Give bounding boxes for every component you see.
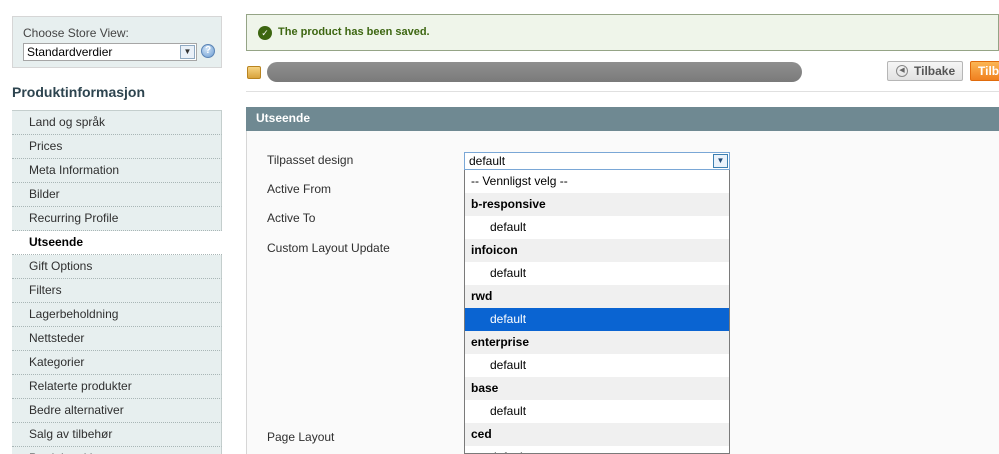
chevron-down-icon[interactable]: ▼ (180, 45, 195, 59)
custom-design-select[interactable]: default ▼ (464, 152, 730, 170)
tab-item[interactable]: Prices (12, 135, 222, 159)
dropdown-option[interactable]: default (465, 400, 729, 423)
page-header: ◀ Tilbake Tilbake (246, 58, 999, 92)
redacted-product-title (267, 62, 802, 82)
page-layout-label: Page Layout (267, 430, 335, 444)
dropdown-optgroup-label: infoicon (465, 239, 729, 262)
tab-item[interactable]: Filters (12, 279, 222, 303)
custom-layout-update-label: Custom Layout Update (267, 241, 390, 255)
dropdown-option[interactable]: default (465, 262, 729, 285)
tab-item[interactable]: Salg av tilbehør (12, 423, 222, 447)
store-switcher: Choose Store View: Standardverdier ▼ ? (12, 16, 222, 68)
success-message: ✓ The product has been saved. (246, 14, 999, 51)
back-button-label: Tilbake (914, 64, 956, 78)
tab-item[interactable]: Bilder (12, 183, 222, 207)
back-arrow-icon: ◀ (896, 65, 908, 77)
back-button[interactable]: ◀ Tilbake (887, 61, 963, 81)
tab-item[interactable]: Recurring Profile (12, 207, 222, 231)
custom-design-value: default (469, 154, 506, 168)
success-message-text: The product has been saved. (278, 26, 430, 38)
tab-item[interactable]: Land og språk (12, 111, 222, 135)
tab-item[interactable]: Nettsteder (12, 327, 222, 351)
store-view-value: Standardverdier (27, 45, 113, 59)
dropdown-optgroup-label: enterprise (465, 331, 729, 354)
tab-item[interactable]: Produktpakker (12, 447, 222, 454)
help-icon[interactable]: ? (201, 44, 215, 58)
section-header: Utseende (246, 107, 999, 131)
chevron-down-icon[interactable]: ▼ (713, 154, 728, 168)
active-to-label: Active To (267, 211, 316, 225)
tab-item[interactable]: Bedre alternativer (12, 399, 222, 423)
dropdown-optgroup-label: ced (465, 423, 729, 446)
tab-item[interactable]: Relaterte produkter (12, 375, 222, 399)
product-tabs: Land og språk Prices Meta Information Bilde… (12, 110, 222, 454)
active-from-label: Active From (267, 182, 332, 196)
package-icon (247, 66, 261, 79)
dropdown-option-placeholder[interactable]: -- Vennligst velg -- (465, 170, 729, 193)
dropdown-optgroup-label: rwd (465, 285, 729, 308)
check-circle-icon: ✓ (258, 26, 272, 40)
dropdown-option[interactable]: default (465, 354, 729, 377)
tab-item[interactable]: Utseende (12, 231, 222, 255)
sidebar: Choose Store View: Standardverdier ▼ ? P… (0, 0, 224, 454)
dropdown-optgroup-label: b-responsive (465, 193, 729, 216)
store-switcher-label: Choose Store View: (23, 26, 129, 40)
design-fieldset: Tilpasset design Active From Active To C… (246, 131, 999, 454)
dropdown-optgroup-label: base (465, 377, 729, 400)
dropdown-option[interactable]: default (465, 308, 729, 331)
tab-item[interactable]: Lagerbeholdning (12, 303, 222, 327)
tab-item[interactable]: Kategorier (12, 351, 222, 375)
tab-item[interactable]: Meta Information (12, 159, 222, 183)
dropdown-option[interactable]: default (465, 216, 729, 239)
orange-button-label: Tilbake (978, 64, 999, 78)
tabs-title: Produktinformasjon (12, 84, 146, 100)
store-view-select[interactable]: Standardverdier ▼ (23, 43, 197, 61)
orange-action-button[interactable]: Tilbake (970, 61, 999, 81)
tab-item[interactable]: Gift Options (12, 255, 222, 279)
custom-design-label: Tilpasset design (267, 153, 354, 167)
custom-design-dropdown-list[interactable]: -- Vennligst velg -- b-responsive default… (464, 170, 730, 454)
dropdown-option[interactable]: default (465, 446, 729, 453)
main-content: ✓ The product has been saved. ◀ Tilbake … (246, 0, 999, 454)
